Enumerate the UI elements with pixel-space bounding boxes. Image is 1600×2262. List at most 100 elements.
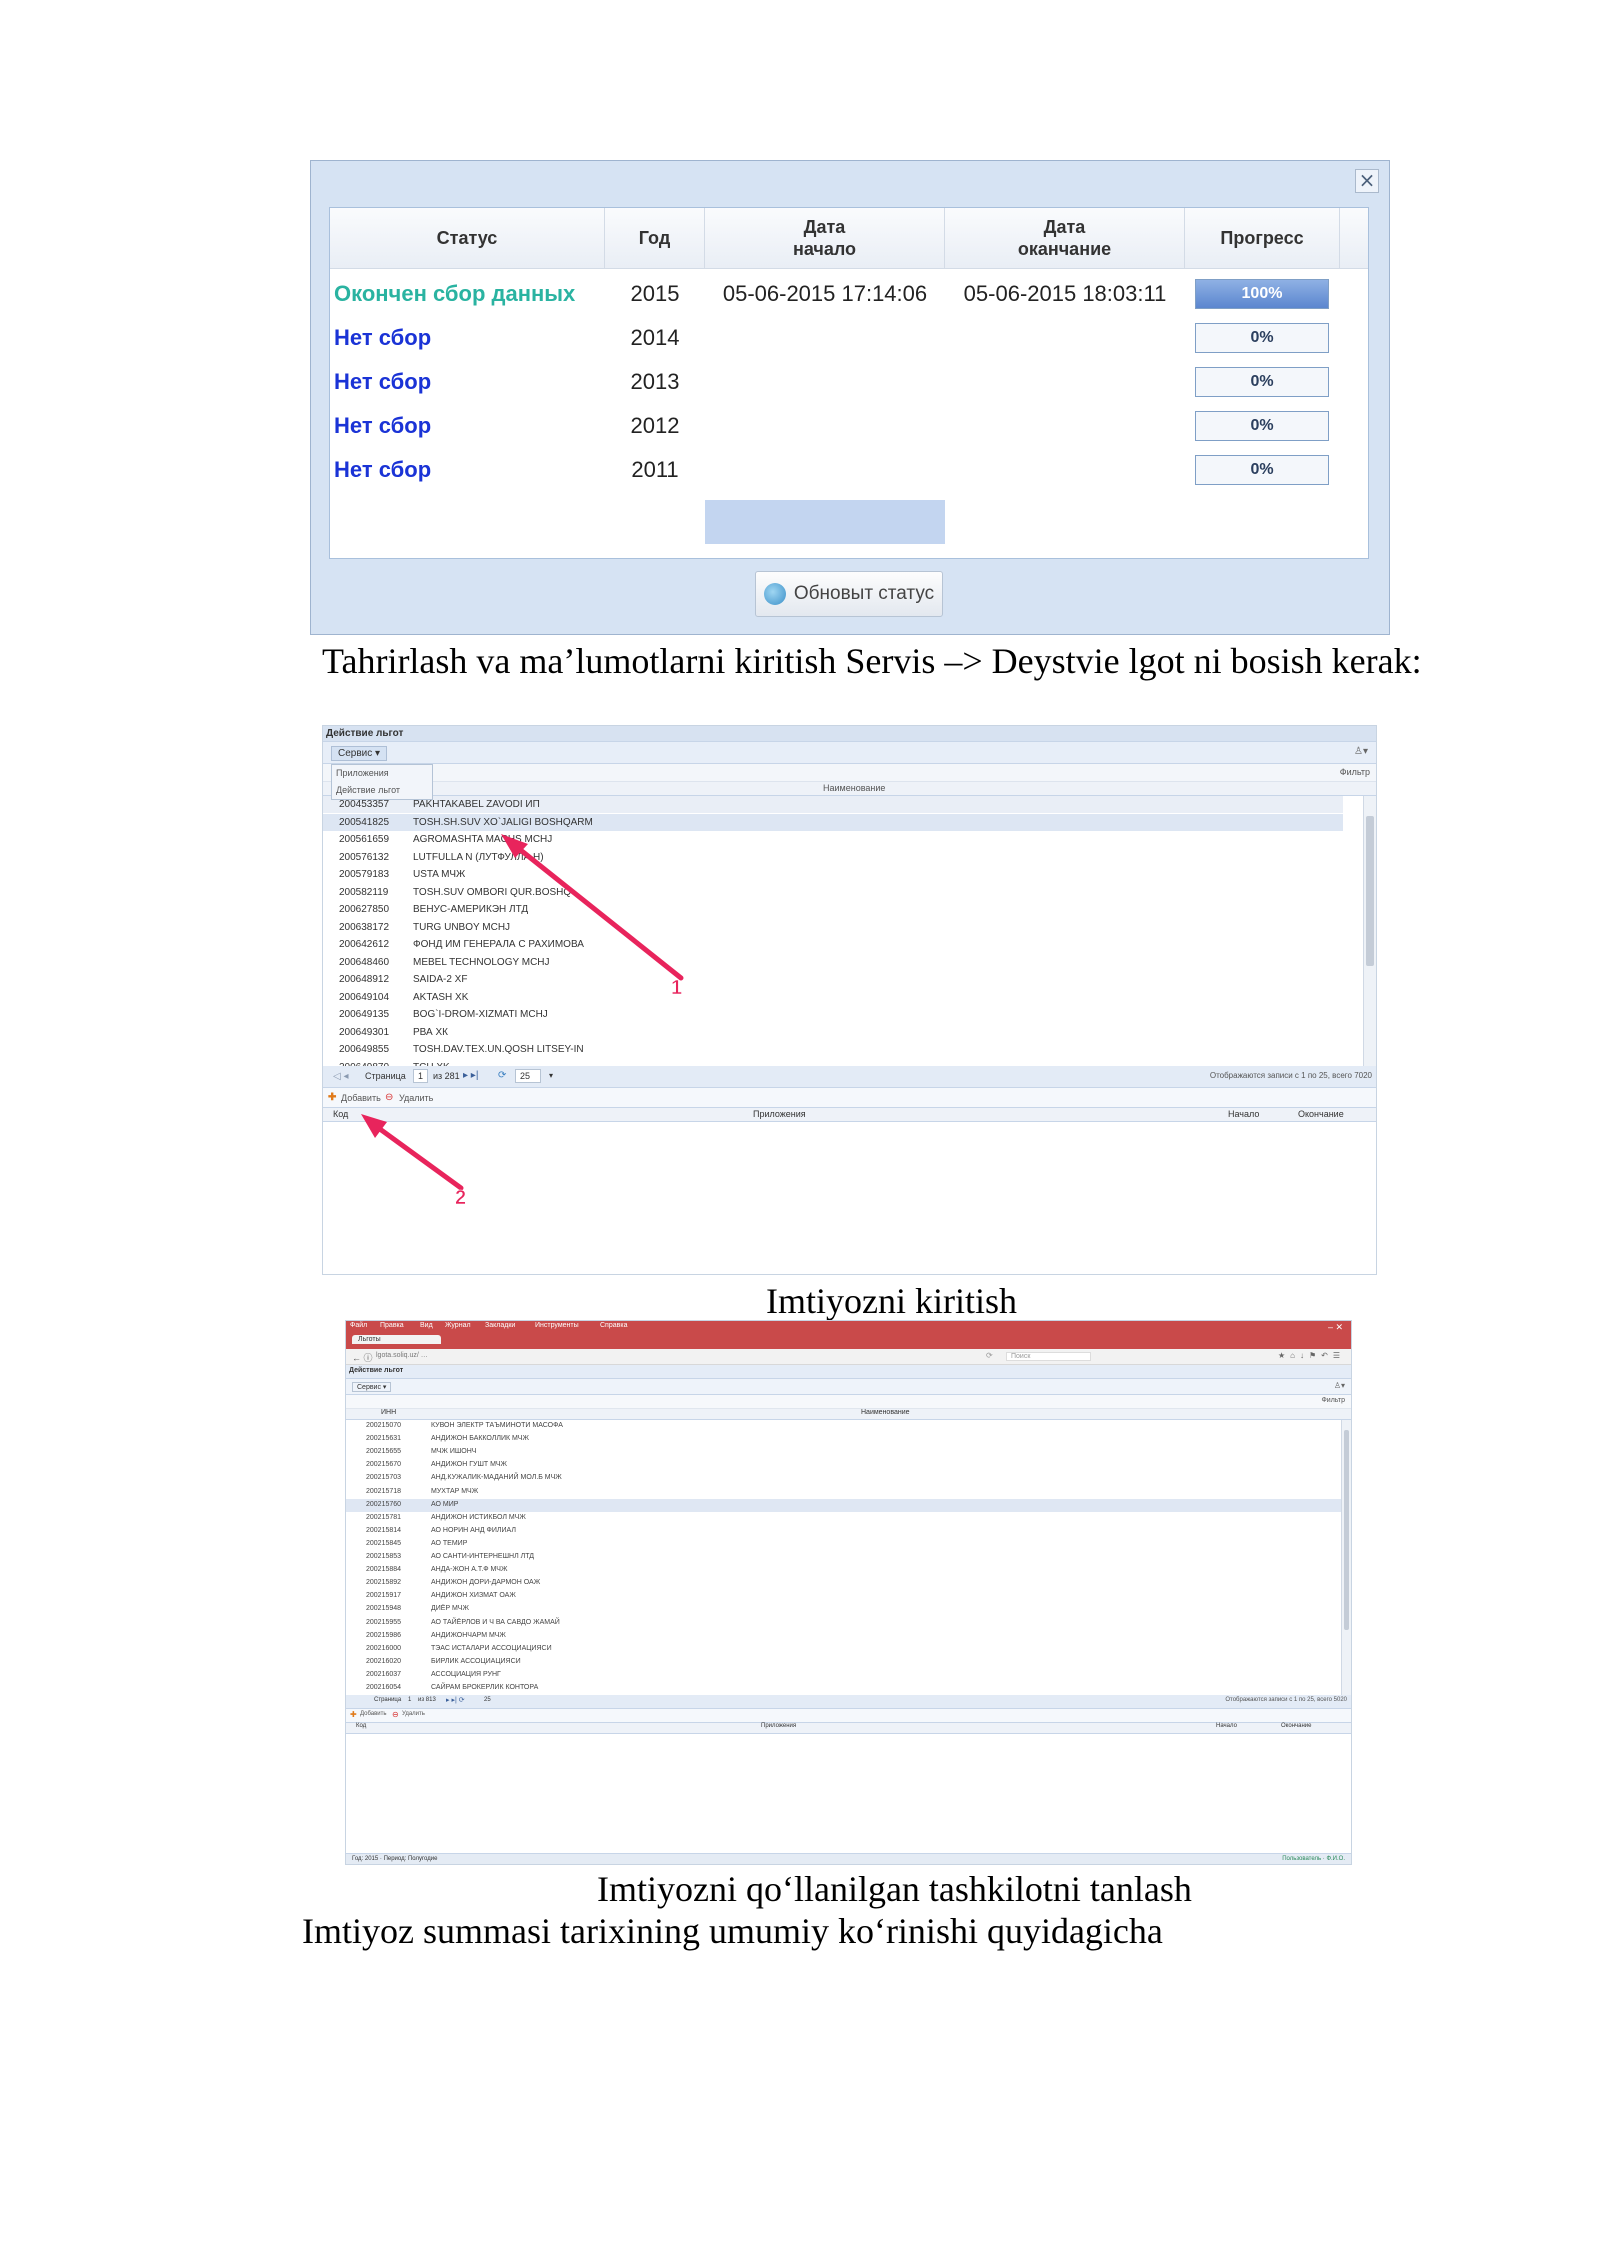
list-item[interactable]: 200215781 АНДИЖОН ИСТИКБОЛ МЧЖ	[346, 1512, 1341, 1525]
list-item[interactable]: 200216037 АССОЦИАЦИЯ РУНГ	[346, 1669, 1341, 1682]
list-item[interactable]: 200215892 АНДИЖОН ДОРИ-ДАРМОН ОАЖ	[346, 1577, 1341, 1590]
app-pager-page-input[interactable]: 1	[408, 1697, 411, 1703]
arrow-1-label: 1	[671, 977, 682, 999]
app-pager-next-icon[interactable]: ▸ ▸| ⟳	[446, 1696, 465, 1704]
app-user-icon[interactable]: ♙▾	[1334, 1381, 1345, 1390]
browser-window: Файл Правка Вид Журнал Закладки Инструменты Сп…	[345, 1320, 1352, 1865]
annotation-arrows: 1 2	[361, 834, 684, 1209]
org-code: 200215670	[366, 1461, 402, 1469]
browser-menu-item[interactable]: Журнал	[445, 1322, 471, 1329]
header-year[interactable]: Год	[605, 208, 705, 268]
end-date-cell	[945, 404, 1185, 448]
org-code: 200215655	[366, 1448, 402, 1456]
browser-menu-item[interactable]: Закладки	[485, 1322, 515, 1329]
list-item[interactable]: 200215917 АНДИЖОН ХИЗМАТ ОАЖ	[346, 1590, 1341, 1603]
browser-menu-item[interactable]: Файл	[350, 1322, 367, 1329]
refresh-icon	[763, 583, 786, 605]
list-item[interactable]: 200215760 АО МИР	[346, 1498, 1341, 1512]
list-item[interactable]: 200216020 БИРЛИК АССОЦИАЦИЯСИ	[346, 1656, 1341, 1669]
list-item[interactable]: 200215884 АНДА-ЖОН А.Т.Ф МЧЖ	[346, 1564, 1341, 1577]
browser-menu-item[interactable]: Инструменты	[535, 1322, 579, 1329]
status-cell: Нет сбор	[334, 457, 432, 482]
browser-titlebar: Файл Правка Вид Журнал Закладки Инструменты Сп…	[346, 1321, 1351, 1349]
list-item[interactable]: 200215814 АО НОРИН АНД ФИЛИАЛ	[346, 1525, 1341, 1538]
header-progress[interactable]: Прогресс	[1185, 208, 1340, 268]
list-item[interactable]: 200215955 АО ТАЙЁРЛОВ И Ч ВА САВДО ЖАМАЙ	[346, 1617, 1341, 1630]
status-grid-header: Статус Год Дата начало Дата оканчание Пр…	[330, 208, 1368, 269]
list-item[interactable]: 200215718 МУХТАР МЧЖ	[346, 1486, 1341, 1499]
arrow-2	[361, 1114, 464, 1191]
caption-3: Imtiyozni qo‘llanilgan tashkilotni tanla…	[597, 1869, 1192, 1909]
app-page-size-select[interactable]: 25	[484, 1697, 491, 1703]
list-item[interactable]: 200215703 АНД.КУЖАЛИК-МАДАНИЙ МОЛ.Б МЧЖ	[346, 1472, 1341, 1485]
header-status[interactable]: Статус	[330, 208, 605, 268]
browser-menu-item[interactable]: Правка	[380, 1322, 404, 1329]
app-add-button[interactable]: Добавить	[360, 1711, 387, 1717]
start-date-cell	[705, 404, 945, 448]
header-start-date[interactable]: Дата начало	[705, 208, 945, 268]
app-filter-bar: Фильтр	[346, 1395, 1351, 1409]
dropdown-item-benefits[interactable]: Действие льгот	[336, 785, 400, 795]
header-start-line1: Дата	[803, 217, 846, 237]
list-item[interactable]: 200215948 ДИЁР МЧЖ	[346, 1603, 1341, 1616]
browser-tab[interactable]: Льготы	[352, 1335, 441, 1344]
org-code: 200215986	[366, 1631, 402, 1639]
status-row[interactable]: Окончен сбор данных 2015 05-06-2015 17:14:…	[330, 272, 1368, 316]
status-row[interactable]: Нет сбор 2011 0%	[330, 448, 1368, 492]
list-item[interactable]: 200215853 АО САНТИ-ИНТЕРНЕШНЛ ЛТД	[346, 1551, 1341, 1564]
status-dialog: × Статус Год Дата начало Дата оканчание …	[310, 160, 1390, 635]
app-grid-header: ИНН Наименование	[346, 1409, 1351, 1420]
app-col-name[interactable]: Наименование	[861, 1409, 910, 1416]
app-bottom-col-code[interactable]: Код	[356, 1723, 366, 1729]
list-item[interactable]: 200215631 АНДИЖОН БАККОЛЛИК МЧЖ	[346, 1433, 1341, 1446]
window-close-icon[interactable]: – ✕	[1328, 1322, 1343, 1333]
app-filter-button[interactable]: Фильтр	[1321, 1397, 1345, 1404]
org-name: КУВОН ЭЛЕКТР ТАЪМИНОТИ МАСОФА	[431, 1422, 563, 1429]
browser-search-input[interactable]: Поиск	[1006, 1352, 1092, 1361]
close-icon[interactable]: ×	[1355, 169, 1379, 193]
caption-1: Tahrirlash va ma’lumotlarni kiritish Ser…	[322, 641, 1422, 681]
status-row[interactable]: Нет сбор 2013 0%	[330, 360, 1368, 404]
url-bar[interactable]: lgota.soliq.uz/ …	[376, 1352, 428, 1359]
end-date-cell	[945, 360, 1185, 404]
header-end-date[interactable]: Дата оканчание	[945, 208, 1185, 268]
org-code: 200216020	[366, 1657, 402, 1665]
app-list-scrollbar[interactable]	[1341, 1420, 1351, 1695]
app-service-button[interactable]: Сервис ▾	[352, 1382, 392, 1392]
list-item[interactable]: 200216000 ТЭАС ИСТАЛАРИ АССОЦИАЦИЯСИ	[346, 1643, 1341, 1656]
org-code: 200216000	[366, 1644, 402, 1652]
browser-menu-item[interactable]: Справка	[600, 1322, 627, 1329]
list-item[interactable]: 200216054 САЙРАМ БРОКЕРЛИК КОНТОРА	[346, 1682, 1341, 1695]
app-bottom-grid-header: Код Приложения Начало Окончание	[346, 1723, 1351, 1734]
list-item[interactable]: 200215655 МЧЖ ИШОНЧ	[346, 1446, 1341, 1459]
list-item[interactable]: 200215986 АНДИЖОНЧАРМ МЧЖ	[346, 1630, 1341, 1643]
app-delete-icon: ⊖	[392, 1710, 399, 1719]
app-bottom-col-start[interactable]: Начало	[1216, 1723, 1237, 1729]
app-delete-button[interactable]: Удалить	[402, 1711, 425, 1717]
selected-cell[interactable]	[705, 500, 945, 544]
status-row[interactable]: Нет сбор 2012 0%	[330, 404, 1368, 448]
app-scrollbar-thumb[interactable]	[1344, 1430, 1349, 1630]
back-icon[interactable]: ← ⓘ	[352, 1351, 373, 1364]
list-item[interactable]: 200215845 АО ТЕМИР	[346, 1538, 1341, 1551]
app-col-inn[interactable]: ИНН	[381, 1409, 396, 1416]
list-item[interactable]: 200215670 АНДИЖОН ГУШТ МЧЖ	[346, 1459, 1341, 1472]
refresh-status-button[interactable]: Обновыт статус	[755, 571, 943, 617]
dropdown-item-apps[interactable]: Приложения	[336, 768, 389, 778]
app-pager-info: Отображаются записи с 1 по 25, всего 502…	[1225, 1697, 1347, 1703]
reload-icon[interactable]: ⟳	[986, 1351, 993, 1360]
start-date-cell	[705, 360, 945, 404]
app-bottom-col-app[interactable]: Приложения	[761, 1723, 796, 1729]
end-date-cell	[945, 316, 1185, 360]
browser-toolbar-icons[interactable]: ★⌂↓⚑↶☰	[1278, 1351, 1345, 1360]
browser-menu-item[interactable]: Вид	[420, 1322, 433, 1329]
status-row[interactable]: Нет сбор 2014 0%	[330, 316, 1368, 360]
org-name: БИРЛИК АССОЦИАЦИЯСИ	[431, 1657, 521, 1665]
app-pager-of-label: из 813	[418, 1697, 436, 1703]
arrow-2-label: 2	[455, 1187, 466, 1209]
start-date-cell	[705, 316, 945, 360]
list-item[interactable]: 200215070 КУВОН ЭЛЕКТР ТАЪМИНОТИ МАСОФА	[346, 1420, 1341, 1433]
app-bottom-col-end[interactable]: Окончание	[1281, 1723, 1311, 1729]
app-toolbar: Сервис ▾ ♙▾	[346, 1379, 1351, 1395]
progress-bar: 100%	[1195, 279, 1329, 309]
